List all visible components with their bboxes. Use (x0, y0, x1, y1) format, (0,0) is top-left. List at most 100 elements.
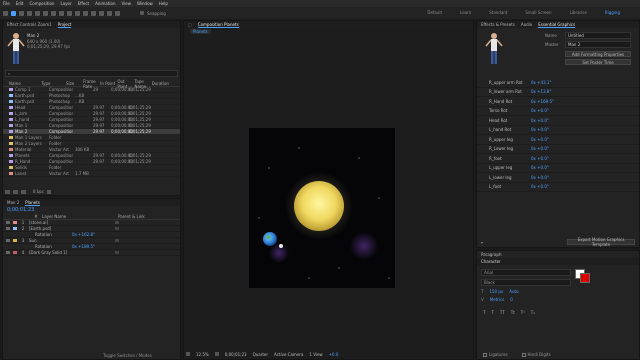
parent-pickwhip-icon[interactable] (115, 221, 119, 224)
workspace-libraries[interactable]: Libraries (570, 10, 587, 15)
eraser-tool-icon[interactable] (99, 10, 104, 16)
eg-property-row[interactable]: R_upper arm Rot 0x +43.1° (477, 78, 639, 88)
pen-tool-icon[interactable] (67, 10, 72, 16)
add-formatting-button[interactable]: Add Formatting Properties (565, 51, 631, 57)
eg-property-row[interactable]: Head Rot 0x +0.0° (477, 116, 639, 126)
label-color-swatch[interactable] (13, 221, 17, 224)
parent-pickwhip-icon[interactable] (115, 245, 119, 248)
faux-italic-icon[interactable]: T (491, 310, 493, 315)
eg-property-row[interactable]: L_lower leg 0x +0.0° (477, 173, 639, 183)
eg-property-row[interactable]: R_lower arm Rot 0x +13.8° (477, 88, 639, 97)
col-layer-name[interactable]: Layer Name (42, 214, 82, 219)
snapping-checkbox[interactable] (140, 11, 144, 15)
parent-pickwhip-icon[interactable] (115, 233, 119, 236)
sun-planet[interactable] (294, 181, 344, 231)
eg-property-row[interactable]: L_foot 0x +0.0° (477, 183, 639, 192)
label-color-swatch[interactable] (13, 251, 17, 254)
superscript-icon[interactable]: T¹ (521, 310, 525, 315)
eg-property-value[interactable]: 0x +0.0° (531, 184, 549, 189)
label-color-swatch[interactable] (13, 245, 17, 248)
tab-audio[interactable]: Audio (521, 22, 532, 27)
col-type[interactable]: Type (41, 81, 64, 86)
eg-property-row[interactable]: R_Lower leg 0x +0.0° (477, 145, 639, 154)
layer-row[interactable]: 4 [Dark Gray Solid 1] (3, 250, 180, 256)
zoom-select[interactable]: 12.5% (196, 352, 209, 357)
eg-property-row[interactable]: L_upper leg 0x +0.0° (477, 164, 639, 173)
visibility-icon[interactable] (6, 239, 10, 242)
eg-dropdown-icon[interactable]: ▾ (481, 240, 483, 245)
camera-tool-icon[interactable] (43, 10, 48, 16)
col-duration[interactable]: Duration (152, 81, 180, 86)
tab-project[interactable]: Project (57, 22, 72, 28)
timeline-timecode[interactable]: 0;00;01;23 (3, 206, 180, 214)
parent-pickwhip-icon[interactable] (115, 227, 119, 230)
roto-tool-icon[interactable] (107, 10, 112, 16)
composition-canvas[interactable] (249, 128, 395, 288)
tab-man-2[interactable]: Man 2 (7, 200, 19, 205)
menu-item-effect[interactable]: Effect (78, 1, 90, 6)
all-caps-icon[interactable]: TT (500, 310, 505, 315)
menu-item-help[interactable]: Help (159, 1, 168, 6)
visibility-icon[interactable] (6, 233, 10, 236)
project-search-input[interactable]: ⌕ (5, 70, 178, 77)
eg-property-value[interactable]: 0x +0.0° (531, 165, 549, 170)
eg-property-row[interactable]: L_hand Rot 0x +0.0° (477, 126, 639, 135)
paragraph-header[interactable]: Paragraph (477, 251, 639, 258)
shape-tool-icon[interactable] (59, 10, 64, 16)
ligatures-checkbox[interactable] (483, 352, 487, 357)
small-caps-icon[interactable]: Tt (511, 310, 515, 315)
eg-property-value[interactable]: 0x +0.0° (531, 137, 549, 142)
eg-property-value[interactable]: 0x +169.5° (531, 99, 554, 104)
name-field[interactable]: Untitled (565, 32, 631, 39)
eg-property-value[interactable]: 0x +0.0° (531, 175, 549, 180)
tab-effects-presets[interactable]: Effects & Presets (481, 22, 515, 27)
type-tool-icon[interactable] (75, 10, 80, 16)
new-folder-icon[interactable] (13, 189, 18, 194)
camera-snapshot-icon[interactable] (214, 352, 219, 356)
menu-item-layer[interactable]: Layer (60, 1, 71, 6)
visibility-icon[interactable] (6, 221, 10, 224)
label-color-swatch[interactable] (13, 239, 17, 242)
menu-item-composition[interactable]: Composition (29, 1, 54, 6)
menu-item-window[interactable]: Window (137, 1, 153, 6)
eg-property-row[interactable]: R_Hand Rot 0x +169.5° (477, 97, 639, 107)
clone-tool-icon[interactable] (91, 10, 96, 16)
camera-select[interactable]: Active Camera (274, 352, 303, 357)
exposure-value[interactable]: +0.0 (329, 352, 339, 357)
parent-pickwhip-icon[interactable] (115, 239, 119, 242)
faux-bold-icon[interactable]: T (483, 310, 485, 315)
tracking-value[interactable]: 0 (510, 297, 513, 302)
eg-property-value[interactable]: 0x +0.0° (531, 118, 549, 123)
menu-item-animation[interactable]: Animation (95, 1, 115, 6)
layer-value[interactable]: 0x +162.8° (72, 232, 96, 237)
col-parent[interactable]: Parent & Link (118, 214, 145, 219)
layer-value[interactable]: 0x +189.5° (72, 244, 96, 249)
workspace-learn[interactable]: Learn (460, 10, 471, 15)
kerning-value[interactable]: Metrics (490, 297, 505, 302)
eg-property-row[interactable]: R_upper leg 0x +0.0° (477, 135, 639, 145)
mask-toggle-icon[interactable] (186, 352, 190, 356)
visibility-icon[interactable] (6, 245, 10, 248)
font-family-select[interactable]: Arial (481, 269, 571, 276)
workspace-rigging[interactable]: Rigging (605, 10, 620, 15)
pan-tool-icon[interactable] (51, 10, 56, 16)
hand-tool-icon[interactable] (19, 10, 24, 16)
color-swatches[interactable] (575, 269, 591, 283)
tab-planets[interactable]: Planets (25, 200, 40, 206)
selection-tool-icon[interactable] (11, 10, 16, 16)
label-color-swatch[interactable] (13, 233, 17, 236)
eg-property-value[interactable]: 0x +0.0° (531, 108, 549, 113)
earth-planet[interactable] (263, 232, 277, 246)
workspace-small-screen[interactable]: Small Screen (525, 10, 551, 15)
current-time[interactable]: 0;00;01;23 (225, 352, 247, 357)
moon-planet[interactable] (279, 244, 283, 248)
zoom-tool-icon[interactable] (27, 10, 32, 16)
eg-property-value[interactable]: 0x +0.0° (531, 146, 549, 151)
new-comp-icon[interactable] (21, 189, 26, 194)
hindi-digits-checkbox[interactable] (521, 352, 526, 357)
workspace-standard[interactable]: Standard (489, 10, 507, 15)
delete-icon[interactable] (47, 189, 52, 194)
font-style-select[interactable]: Black (481, 279, 571, 286)
interpret-icon[interactable] (5, 189, 10, 194)
parent-pickwhip-icon[interactable] (115, 251, 119, 254)
